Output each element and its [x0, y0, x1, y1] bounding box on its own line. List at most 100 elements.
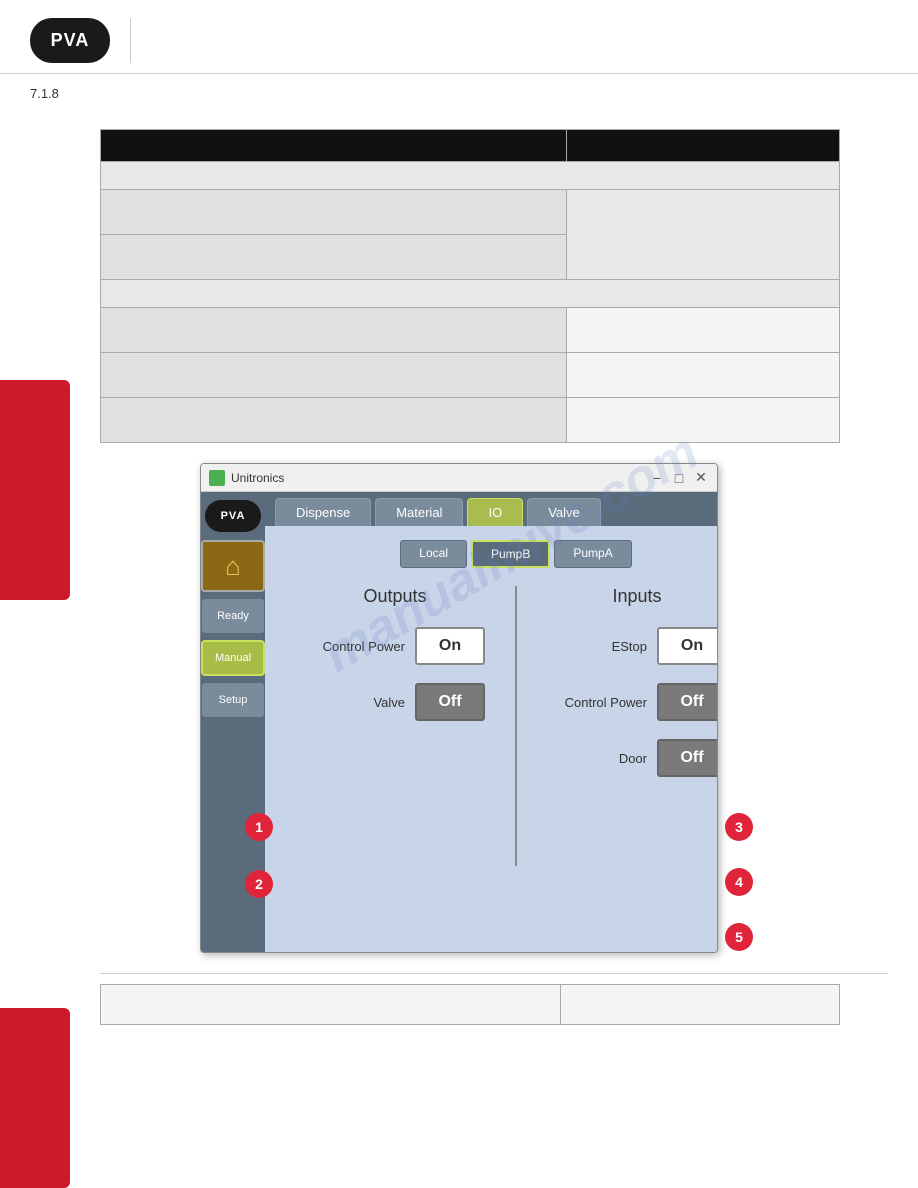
- sidebar-setup-label: Setup: [219, 694, 248, 706]
- sub-tab-pumpa[interactable]: PumpA: [554, 540, 631, 568]
- bottom-cell-2: [561, 985, 840, 1025]
- output-valve-value: Off: [438, 693, 461, 710]
- callout-badge-1: 1: [245, 813, 273, 841]
- bottom-table: [100, 984, 840, 1025]
- table-cell-value: [566, 190, 839, 280]
- input-estop-value: On: [681, 637, 703, 654]
- output-control-power-btn[interactable]: On: [415, 627, 485, 665]
- input-row-estop: EStop On: [547, 627, 718, 665]
- inputs-panel: Inputs EStop On Control Power Off: [527, 586, 718, 866]
- table-cell-value: [566, 308, 839, 353]
- home-icon: ⌂: [225, 551, 241, 582]
- version-label: 7.1.8: [0, 74, 918, 109]
- table-header-col1: [101, 130, 567, 162]
- tab-io[interactable]: IO: [467, 498, 523, 526]
- table-cell-label: [101, 235, 567, 280]
- table-cell-value: [566, 353, 839, 398]
- badge-label: 2: [255, 876, 263, 892]
- app-content: PVA ⌂ Ready Manual Setup: [201, 492, 717, 952]
- outputs-title: Outputs: [305, 586, 485, 607]
- table-row: [101, 280, 840, 308]
- output-control-power-label: Control Power: [305, 639, 405, 654]
- input-door-value: Off: [680, 749, 703, 766]
- callout-badge-2: 2: [245, 870, 273, 898]
- app-window: Unitronics − □ ✕ PVA ⌂ Ready: [200, 463, 718, 953]
- badge-label: 4: [735, 874, 743, 890]
- tab-material[interactable]: Material: [375, 498, 463, 526]
- sidebar-item-manual[interactable]: Manual: [201, 640, 265, 676]
- table-cell-label: [101, 190, 567, 235]
- input-door-btn[interactable]: Off: [657, 739, 718, 777]
- header: PVA: [0, 0, 918, 74]
- table-header-col2: [566, 130, 839, 162]
- header-divider: [130, 18, 131, 63]
- app-window-wrapper: manualmive.com 1 2 3 4 5 Unitronics − □ …: [100, 463, 818, 953]
- badge-label: 3: [735, 819, 743, 835]
- input-control-power-btn[interactable]: Off: [657, 683, 718, 721]
- callout-badge-5: 5: [725, 923, 753, 951]
- badge-label: 1: [255, 819, 263, 835]
- sub-tab-bar: Local PumpB PumpA: [285, 540, 718, 568]
- pva-logo: PVA: [30, 18, 110, 63]
- inputs-title: Inputs: [547, 586, 718, 607]
- output-row-valve: Valve Off: [305, 683, 485, 721]
- sidebar-item-ready[interactable]: Ready: [201, 598, 265, 634]
- logo-text: PVA: [51, 30, 90, 51]
- red-accent-bottom: [0, 1008, 70, 1188]
- input-control-power-label: Control Power: [547, 695, 647, 710]
- input-row-control-power: Control Power Off: [547, 683, 718, 721]
- table-cell-label: [101, 398, 567, 443]
- sidebar-manual-label: Manual: [215, 652, 251, 664]
- io-panels: Outputs Control Power On Valve Off: [285, 586, 718, 866]
- sidebar-item-setup[interactable]: Setup: [201, 682, 265, 718]
- sub-tab-pumpb[interactable]: PumpB: [471, 540, 550, 568]
- app-main: Dispense Material IO Valve: [265, 492, 718, 952]
- input-row-door: Door Off: [547, 739, 718, 777]
- input-estop-btn[interactable]: On: [657, 627, 718, 665]
- io-vertical-divider: [515, 586, 517, 866]
- top-table-section: [100, 129, 888, 443]
- sidebar-logo-text: PVA: [221, 510, 246, 522]
- home-button[interactable]: ⌂: [201, 540, 265, 592]
- table-cell-value: [566, 398, 839, 443]
- red-accent-left: [0, 380, 70, 600]
- table-row: [101, 162, 840, 190]
- version-number: 7.1.8: [30, 86, 59, 101]
- tab-material-label: Material: [396, 505, 442, 520]
- tab-dispense[interactable]: Dispense: [275, 498, 371, 526]
- bottom-section: [100, 973, 888, 1025]
- tab-dispense-label: Dispense: [296, 505, 350, 520]
- title-bar: Unitronics − □ ✕: [201, 464, 717, 492]
- output-row-control-power: Control Power On: [305, 627, 485, 665]
- tab-valve-label: Valve: [548, 505, 580, 520]
- input-control-power-value: Off: [680, 693, 703, 710]
- input-estop-label: EStop: [547, 639, 647, 654]
- table-cell-label: [101, 308, 567, 353]
- app-title: Unitronics: [231, 471, 284, 485]
- title-bar-left: Unitronics: [209, 470, 284, 486]
- app-icon: [209, 470, 225, 486]
- output-valve-btn[interactable]: Off: [415, 683, 485, 721]
- tab-io-label: IO: [488, 505, 502, 520]
- minimize-button[interactable]: −: [649, 470, 665, 486]
- table-cell-label: [101, 353, 567, 398]
- output-control-power-value: On: [439, 637, 461, 654]
- sub-tab-local[interactable]: Local: [400, 540, 467, 568]
- outputs-panel: Outputs Control Power On Valve Off: [285, 586, 505, 866]
- sub-tab-pumpa-label: PumpA: [573, 546, 612, 560]
- tab-valve[interactable]: Valve: [527, 498, 601, 526]
- io-content: Local PumpB PumpA Outputs: [265, 526, 718, 926]
- doc-table: [100, 129, 840, 443]
- callout-badge-3: 3: [725, 813, 753, 841]
- sub-tab-pumpb-label: PumpB: [491, 547, 530, 561]
- bottom-cell-1: [101, 985, 561, 1025]
- sidebar-ready-label: Ready: [217, 610, 249, 622]
- tab-bar: Dispense Material IO Valve: [265, 492, 718, 526]
- maximize-button[interactable]: □: [671, 470, 687, 486]
- title-bar-controls[interactable]: − □ ✕: [649, 470, 709, 486]
- output-valve-label: Valve: [305, 695, 405, 710]
- badge-label: 5: [735, 929, 743, 945]
- sidebar-pva-logo: PVA: [205, 500, 261, 532]
- close-button[interactable]: ✕: [693, 470, 709, 486]
- input-door-label: Door: [547, 751, 647, 766]
